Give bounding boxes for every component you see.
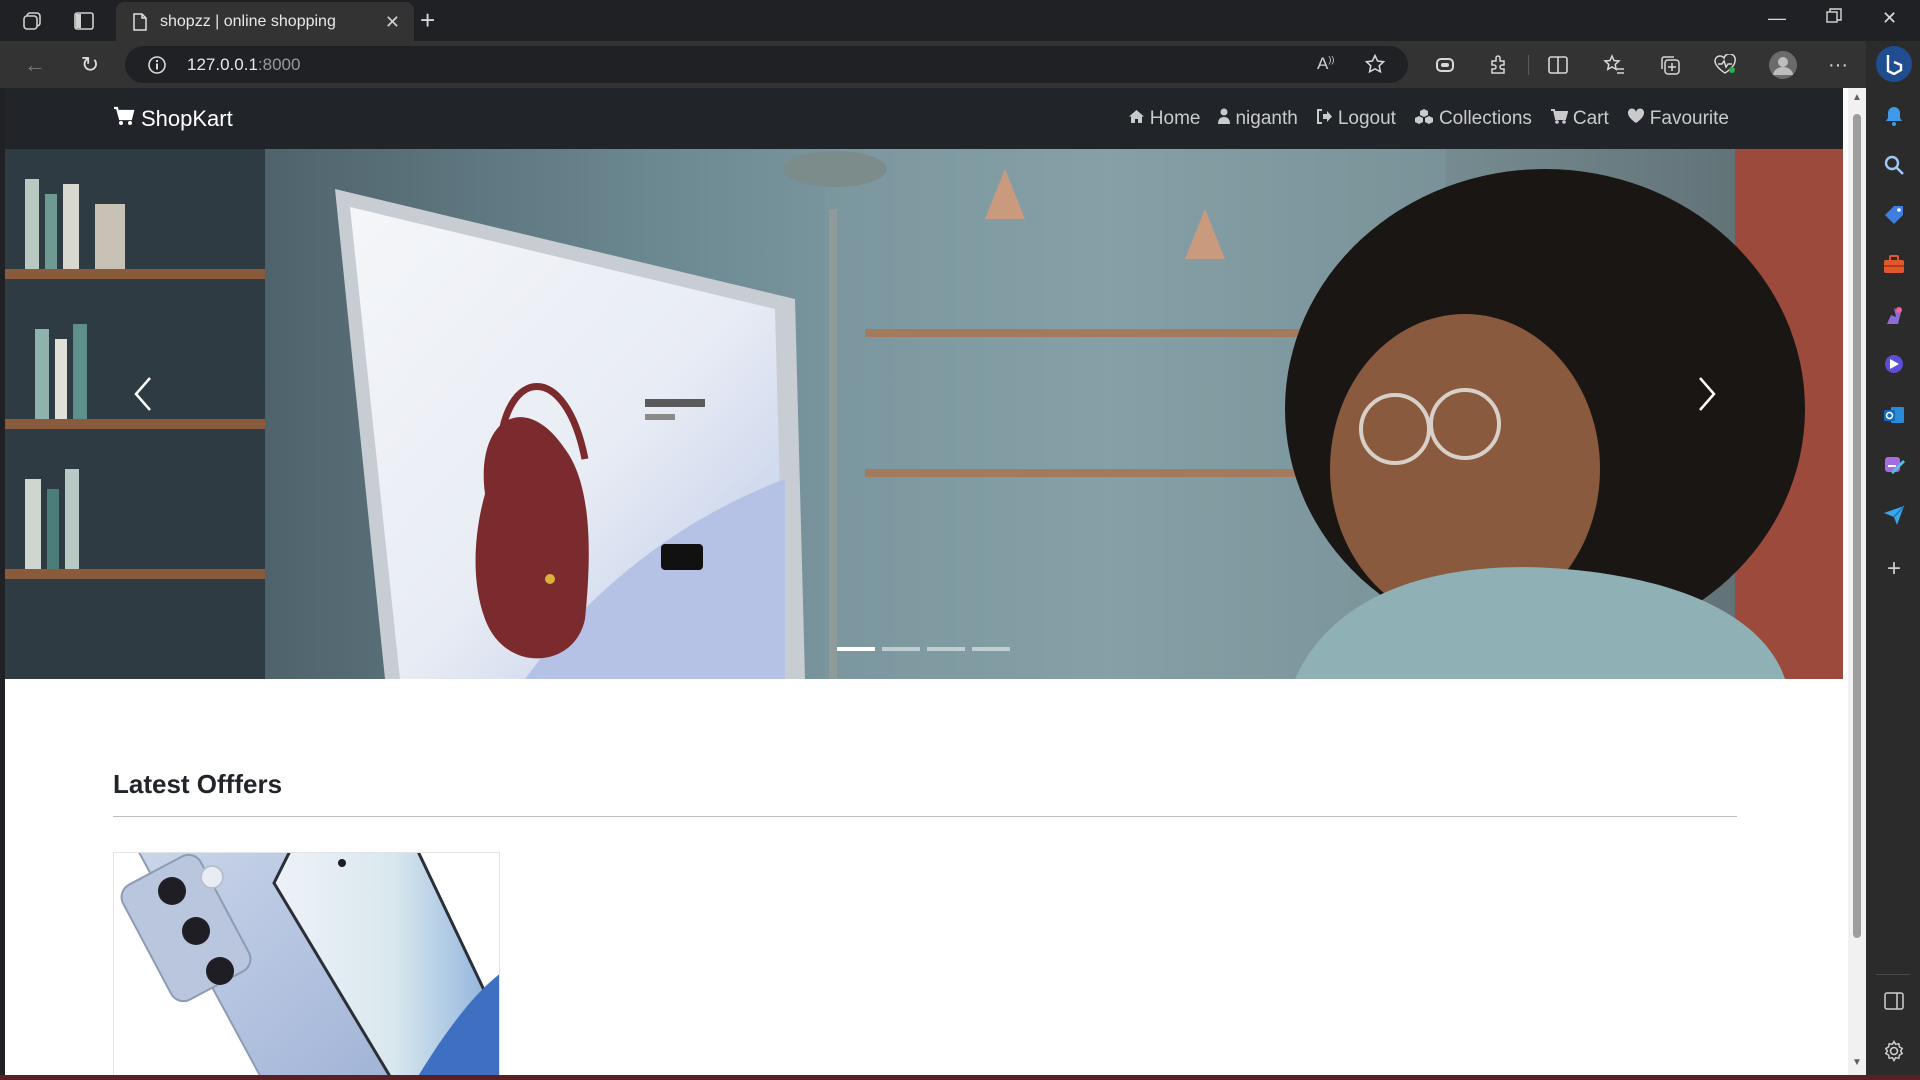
page-icon bbox=[132, 13, 148, 36]
nav-logout-label: Logout bbox=[1337, 108, 1396, 129]
copilot-app-icon[interactable] bbox=[1882, 352, 1906, 376]
toolbar-divider bbox=[1528, 55, 1529, 75]
edge-sidebar: + bbox=[1866, 41, 1920, 1080]
extensions-icon[interactable] bbox=[1486, 52, 1512, 78]
close-tab-icon[interactable]: ✕ bbox=[385, 12, 400, 33]
browser-tabbar: shopzz | online shopping ✕ + — ✕ bbox=[0, 0, 1920, 41]
nav-logout-link[interactable]: Logout bbox=[1316, 108, 1396, 130]
page-scrollbar[interactable]: ▲ ▼ bbox=[1848, 88, 1866, 1075]
carousel-slide-image bbox=[5, 149, 1843, 679]
collections-toolbar-icon[interactable] bbox=[1657, 52, 1683, 78]
user-icon bbox=[1218, 108, 1231, 130]
hero-carousel bbox=[5, 149, 1843, 679]
carousel-next-button[interactable] bbox=[1687, 369, 1727, 419]
carousel-indicator[interactable] bbox=[927, 647, 965, 651]
vertical-tabs-icon[interactable] bbox=[71, 8, 97, 34]
nav-collections-link[interactable]: Collections bbox=[1414, 108, 1532, 130]
site-info-icon[interactable] bbox=[147, 55, 167, 80]
games-icon[interactable] bbox=[1882, 303, 1906, 327]
copilot-extension-icon[interactable] bbox=[1432, 52, 1458, 78]
logout-icon bbox=[1316, 108, 1333, 130]
bing-copilot-icon[interactable] bbox=[1876, 46, 1912, 82]
url-text: 127.0.0.1:8000 bbox=[187, 55, 301, 74]
taskbar-edge bbox=[0, 1075, 1920, 1080]
notifications-icon[interactable] bbox=[1882, 104, 1906, 128]
nav-user-link[interactable]: niganth bbox=[1218, 108, 1298, 130]
browser-toolbar: ← ↻ 127.0.0.1:8000 A)) ··· bbox=[0, 41, 1920, 88]
nav-user-label: niganth bbox=[1235, 108, 1298, 129]
nav-favourite-link[interactable]: Favourite bbox=[1627, 108, 1729, 130]
brand-name: ShopKart bbox=[141, 106, 233, 131]
heart-icon bbox=[1627, 108, 1645, 130]
restore-icon[interactable] bbox=[1826, 8, 1842, 29]
drop-send-icon[interactable] bbox=[1882, 503, 1906, 527]
carousel-prev-button[interactable] bbox=[123, 369, 163, 419]
product-image bbox=[114, 853, 499, 1075]
collections-icon bbox=[1414, 108, 1434, 130]
product-card[interactable] bbox=[113, 852, 500, 1075]
favorites-icon[interactable] bbox=[1601, 52, 1627, 78]
more-options-icon[interactable]: ··· bbox=[1825, 52, 1851, 78]
add-sidebar-app-icon[interactable]: + bbox=[1882, 555, 1906, 582]
outlook-icon[interactable] bbox=[1882, 403, 1906, 427]
carousel-indicators bbox=[837, 647, 1010, 651]
chevron-right-icon bbox=[1699, 377, 1716, 411]
workspaces-icon[interactable] bbox=[19, 8, 45, 34]
sidebar-divider bbox=[1876, 974, 1910, 975]
tab-title: shopzz | online shopping bbox=[160, 13, 336, 30]
favorite-star-icon[interactable] bbox=[1364, 53, 1386, 79]
back-icon[interactable]: ← bbox=[21, 51, 49, 79]
nav-collections-label: Collections bbox=[1438, 108, 1532, 129]
nav-favourite-label: Favourite bbox=[1649, 108, 1729, 129]
hide-sidebar-icon[interactable] bbox=[1882, 989, 1906, 1013]
offers-heading: Latest Offfers bbox=[113, 769, 283, 799]
refresh-icon[interactable]: ↻ bbox=[76, 51, 104, 79]
read-aloud-icon[interactable]: A)) bbox=[1317, 54, 1334, 74]
page-viewport: ShopKart Home niganth Logout Collections… bbox=[5, 88, 1866, 1075]
scrollbar-thumb[interactable] bbox=[1853, 114, 1861, 938]
site-menu: Home niganth Logout Collections Cart Fav… bbox=[1128, 108, 1729, 130]
shopping-cart-logo-icon bbox=[113, 106, 135, 132]
close-window-icon[interactable]: ✕ bbox=[1882, 8, 1897, 29]
nav-cart-link[interactable]: Cart bbox=[1550, 108, 1609, 130]
carousel-indicator[interactable] bbox=[972, 647, 1010, 651]
designer-icon[interactable] bbox=[1882, 453, 1906, 477]
tools-briefcase-icon[interactable] bbox=[1882, 253, 1906, 277]
address-bar[interactable]: 127.0.0.1:8000 A)) bbox=[125, 46, 1408, 83]
scroll-up-arrow-icon[interactable]: ▲ bbox=[1852, 93, 1862, 103]
home-icon bbox=[1128, 108, 1145, 130]
nav-cart-label: Cart bbox=[1572, 108, 1609, 129]
split-screen-icon[interactable] bbox=[1545, 52, 1571, 78]
section-divider bbox=[113, 816, 1737, 817]
settings-gear-icon[interactable] bbox=[1882, 1039, 1906, 1063]
minimize-icon[interactable]: — bbox=[1768, 8, 1786, 29]
browser-essentials-icon[interactable] bbox=[1712, 52, 1738, 78]
active-tab[interactable]: shopzz | online shopping ✕ bbox=[116, 2, 414, 41]
shopping-tag-icon[interactable] bbox=[1882, 203, 1906, 227]
carousel-indicator[interactable] bbox=[882, 647, 920, 651]
chevron-left-icon bbox=[134, 377, 151, 411]
scroll-down-arrow-icon[interactable]: ▼ bbox=[1852, 1058, 1862, 1068]
site-navbar: ShopKart Home niganth Logout Collections… bbox=[5, 88, 1843, 149]
nav-home-label: Home bbox=[1149, 108, 1201, 129]
profile-avatar[interactable] bbox=[1768, 50, 1798, 80]
nav-home-link[interactable]: Home bbox=[1128, 108, 1201, 130]
search-icon[interactable] bbox=[1882, 153, 1906, 177]
cart-icon bbox=[1550, 108, 1569, 130]
new-tab-icon[interactable]: + bbox=[420, 7, 435, 33]
carousel-indicator[interactable] bbox=[837, 647, 875, 651]
brand-link[interactable]: ShopKart bbox=[113, 106, 233, 132]
